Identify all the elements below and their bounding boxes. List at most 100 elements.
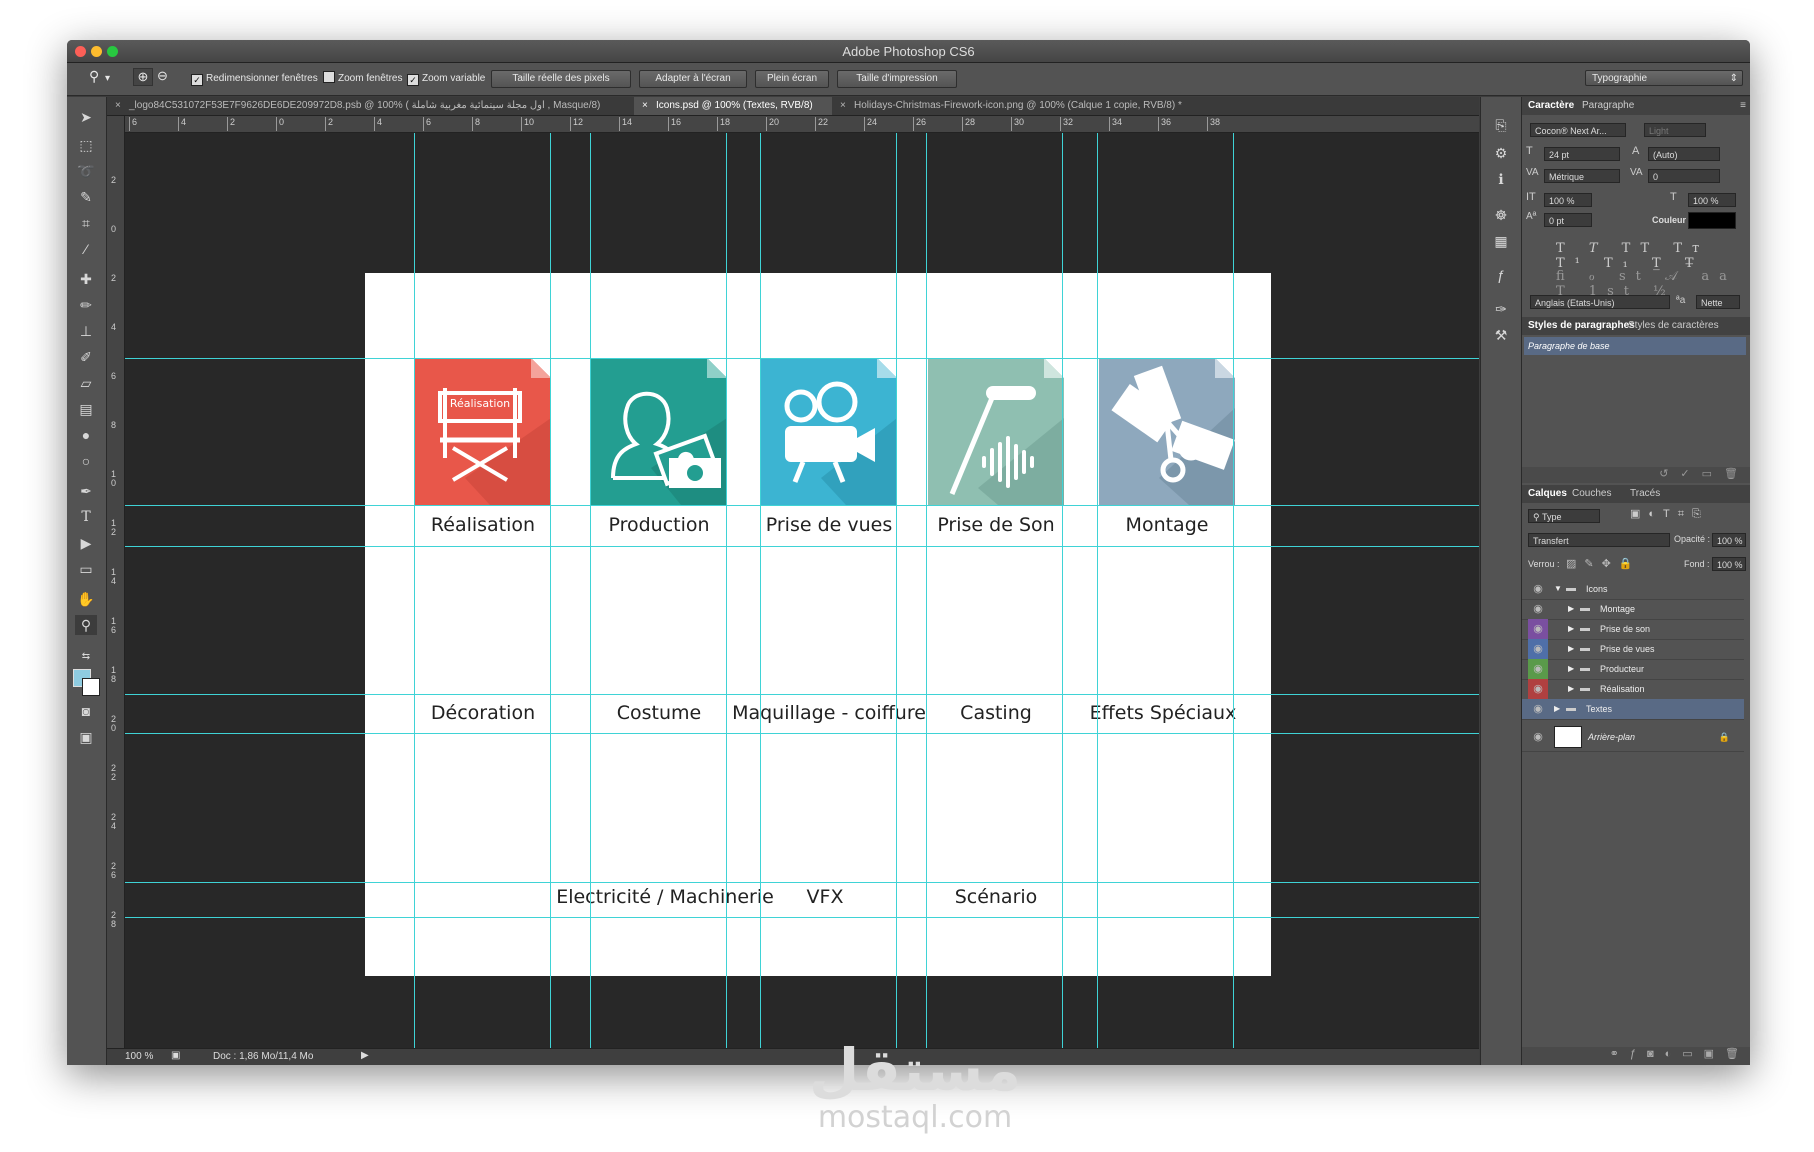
close-tab-icon[interactable]: ×	[840, 97, 846, 115]
eyedropper-tool-icon[interactable]: ⁄	[75, 239, 97, 259]
lock-icons[interactable]: ▨✎✥🔒	[1566, 557, 1641, 570]
marquee-tool-icon[interactable]: ⬚	[75, 135, 97, 155]
layer-row[interactable]: ◉ ▶ ▬ Réalisation	[1522, 679, 1744, 700]
styles-panel-icon[interactable]: ƒ	[1490, 265, 1512, 285]
tab-firework-png[interactable]: × Holidays-Christmas-Firework-icon.png @ …	[832, 97, 1239, 115]
zoom-tool-icon[interactable]: ⚲	[89, 68, 99, 84]
scrubby-zoom-checkbox[interactable]: ✓ Zoom variable	[407, 71, 485, 87]
pen-tool-icon[interactable]: ✒	[75, 481, 97, 501]
expand-arrow-icon[interactable]: ▶	[1568, 679, 1574, 699]
tab-couches[interactable]: Couches	[1572, 485, 1611, 503]
info-panel-icon[interactable]: ℹ	[1490, 169, 1512, 189]
panel-menu-icon[interactable]: ≡	[1740, 97, 1746, 115]
tool-preset-chevron-icon[interactable]: ▾	[105, 71, 110, 87]
visibility-eye-icon[interactable]: ◉	[1528, 659, 1548, 679]
layer-row[interactable]: ◉ ▶ ▬ Montage	[1522, 599, 1744, 620]
history-brush-tool-icon[interactable]: ✐	[75, 347, 97, 367]
print-size-button[interactable]: Taille d'impression	[837, 70, 957, 88]
visibility-eye-icon[interactable]: ◉	[1528, 723, 1548, 751]
dodge-tool-icon[interactable]: ○	[75, 451, 97, 471]
baseline-shift-field[interactable]: 0 pt	[1544, 213, 1592, 227]
tab-styles-paragraphes[interactable]: Styles de paragraphes	[1528, 317, 1635, 335]
path-selection-tool-icon[interactable]: ▶	[75, 533, 97, 553]
swap-colors-icon[interactable]: ⇆	[75, 647, 97, 667]
layer-filter-select[interactable]: ⚲ Type	[1528, 509, 1600, 523]
brush-tool-icon[interactable]: ✏	[75, 295, 97, 315]
zoom-out-icon[interactable]: ⊖	[157, 68, 168, 84]
full-screen-button[interactable]: Plein écran	[755, 70, 829, 88]
expand-arrow-icon[interactable]: ▶	[1554, 699, 1560, 719]
tab-traces[interactable]: Tracés	[1630, 485, 1660, 503]
hand-tool-icon[interactable]: ✋	[75, 589, 97, 609]
lasso-tool-icon[interactable]: ➰	[75, 161, 97, 181]
horizontal-guide[interactable]	[125, 694, 1479, 695]
brush-presets-icon[interactable]: ✑	[1490, 299, 1512, 319]
layer-row[interactable]: ◉ 🔒 Arrière-plan	[1522, 723, 1744, 752]
expand-arrow-icon[interactable]: ▶	[1568, 619, 1574, 639]
crop-tool-icon[interactable]: ⌗	[75, 213, 97, 233]
leading-field[interactable]: (Auto)	[1648, 147, 1720, 161]
horizontal-guide[interactable]	[125, 358, 1479, 359]
font-style-select[interactable]: Light	[1644, 123, 1706, 137]
tab-caractere[interactable]: Caractère	[1528, 97, 1574, 115]
vertical-guide[interactable]	[896, 133, 897, 1048]
expand-arrow-icon[interactable]: ▶	[1568, 639, 1574, 659]
shape-tool-icon[interactable]: ▭	[75, 559, 97, 579]
tab-paragraphe[interactable]: Paragraphe	[1582, 97, 1634, 115]
stamp-tool-icon[interactable]: ⊥	[75, 321, 97, 341]
kerning-field[interactable]: Métrique	[1544, 169, 1620, 183]
zoom-tool-panel-icon[interactable]: ⚲	[75, 615, 97, 635]
actions-panel-icon[interactable]: ⚙	[1490, 143, 1512, 163]
quick-selection-tool-icon[interactable]: ✎	[75, 187, 97, 207]
status-menu-arrow-icon[interactable]: ▶	[361, 1050, 369, 1061]
blend-mode-select[interactable]: Transfert	[1528, 533, 1670, 547]
resize-windows-checkbox[interactable]: ✓ Redimensionner fenêtres	[191, 71, 318, 87]
horizontal-guide[interactable]	[125, 546, 1479, 547]
horizontal-guide[interactable]	[125, 505, 1479, 506]
blur-tool-icon[interactable]: ●	[75, 425, 97, 445]
swatches-panel-icon[interactable]: ▦	[1490, 231, 1512, 251]
layer-filter-icons[interactable]: ▣◐T⌗⎘	[1630, 507, 1709, 521]
close-tab-icon[interactable]: ×	[642, 97, 648, 115]
font-size-field[interactable]: 24 pt	[1544, 147, 1620, 161]
visibility-eye-icon[interactable]: ◉	[1528, 619, 1548, 639]
canvas-area[interactable]: Réalisation Réalisation Production Prise…	[125, 133, 1479, 1048]
vertical-guide[interactable]	[1097, 133, 1098, 1048]
vertical-guide[interactable]	[1062, 133, 1063, 1048]
zoom-windows-checkbox[interactable]: Zoom fenêtres	[323, 71, 402, 87]
vertical-guide[interactable]	[726, 133, 727, 1048]
visibility-eye-icon[interactable]: ◉	[1528, 599, 1548, 619]
expand-arrow-icon[interactable]: ▶	[1568, 599, 1574, 619]
vertical-guide[interactable]	[1233, 133, 1234, 1048]
tool-presets-icon[interactable]: ⚒	[1490, 325, 1512, 345]
tracking-field[interactable]: 0	[1648, 169, 1720, 183]
layer-row[interactable]: ◉ ▶ ▬ Textes	[1522, 699, 1744, 720]
gradient-tool-icon[interactable]: ▤	[75, 399, 97, 419]
paragraph-styles-footer-icons[interactable]: ↺✓▭🗑	[1522, 467, 1750, 483]
vertical-guide[interactable]	[550, 133, 551, 1048]
vertical-guide[interactable]	[760, 133, 761, 1048]
adjustments-panel-icon[interactable]: ☸	[1490, 205, 1512, 225]
opacity-field[interactable]: 100 %	[1712, 533, 1746, 547]
tab-logo-psb[interactable]: × _logo84C531072F53E7F9626DE6DE209972D8.p…	[107, 97, 634, 115]
history-panel-icon[interactable]: ⎘	[1490, 115, 1512, 135]
layer-row[interactable]: ◉ ▶ ▬ Prise de vues	[1522, 639, 1744, 660]
visibility-eye-icon[interactable]: ◉	[1528, 679, 1548, 699]
quick-mask-icon[interactable]: ◙	[75, 701, 97, 721]
paragraph-style-item[interactable]: Paragraphe de base	[1524, 337, 1746, 355]
layer-row[interactable]: ◉ ▼ ▬ Icons	[1522, 579, 1744, 600]
font-family-select[interactable]: Cocon® Next Ar...	[1530, 123, 1626, 137]
horizontal-guide[interactable]	[125, 917, 1479, 918]
expand-arrow-icon[interactable]: ▼	[1554, 579, 1562, 599]
antialias-select[interactable]: Nette	[1696, 295, 1740, 309]
horizontal-guide[interactable]	[125, 882, 1479, 883]
horizontal-scale-field[interactable]: 100 %	[1688, 193, 1736, 207]
vertical-guide[interactable]	[414, 133, 415, 1048]
move-tool-icon[interactable]: ➤	[75, 107, 97, 127]
fit-screen-button[interactable]: Adapter à l'écran	[639, 70, 747, 88]
document-canvas[interactable]: Réalisation Réalisation Production Prise…	[365, 273, 1271, 976]
faux-style-buttons[interactable]: T T TT Tт T¹ T₁ T̲ T̶	[1556, 241, 1750, 271]
expand-arrow-icon[interactable]: ▶	[1568, 659, 1574, 679]
zoom-level[interactable]: 100 %	[125, 1051, 153, 1062]
horizontal-guide[interactable]	[125, 733, 1479, 734]
